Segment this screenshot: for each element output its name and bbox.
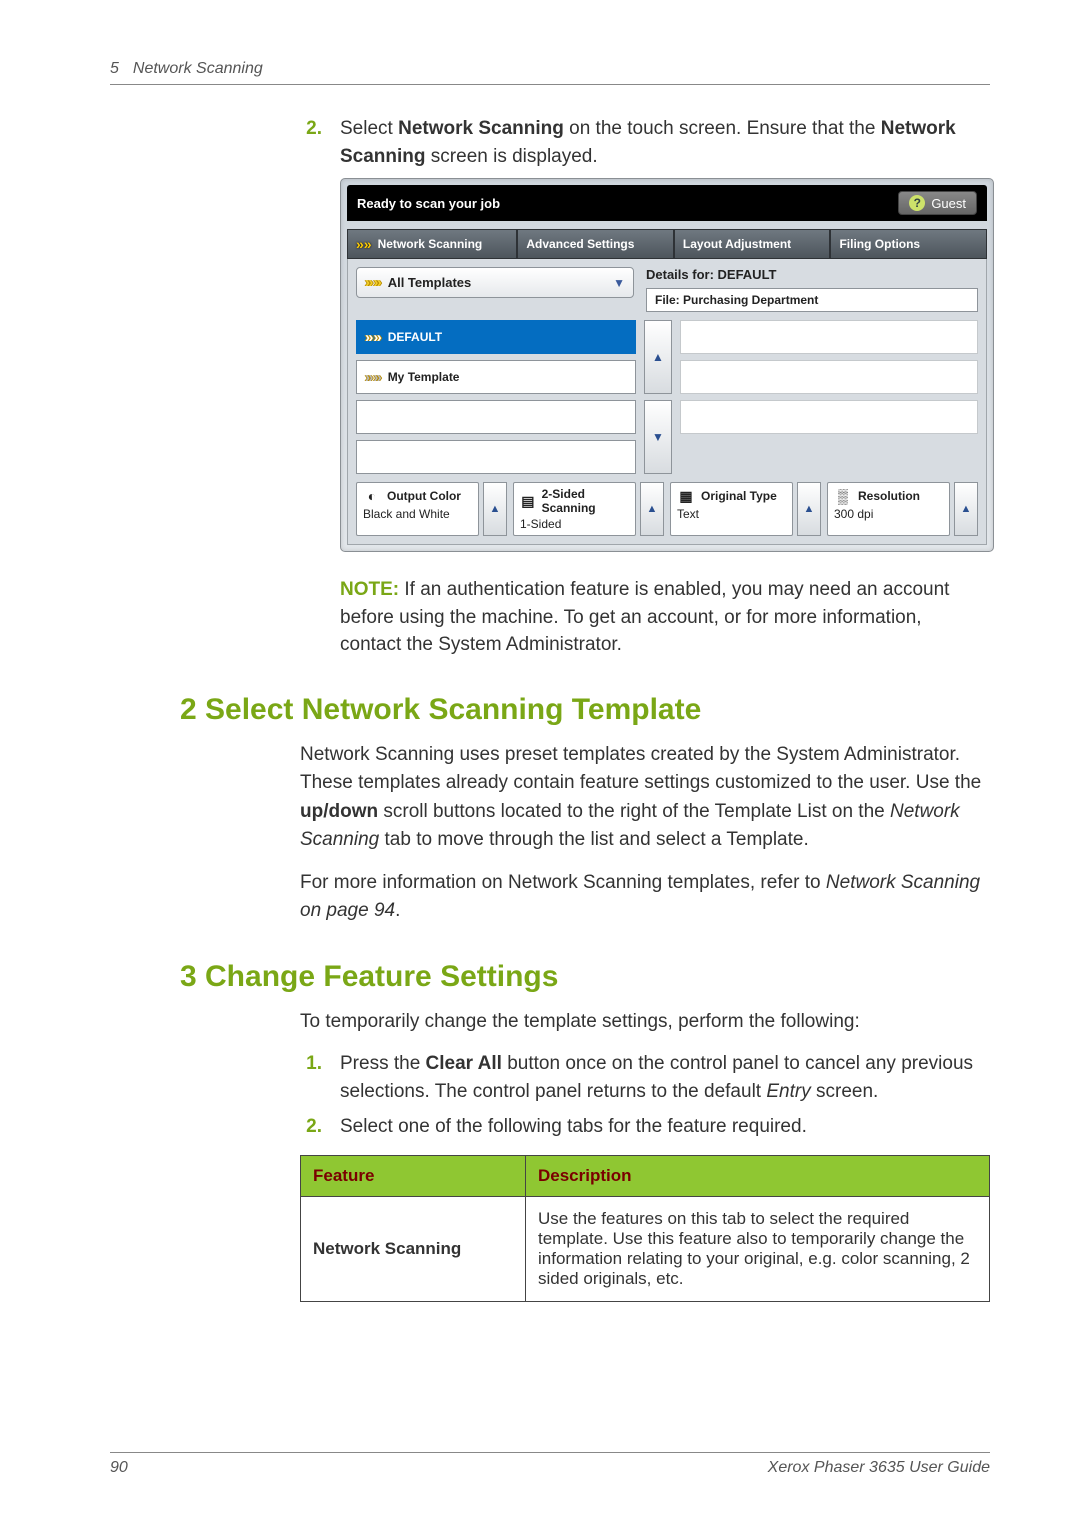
- scroll-down-button[interactable]: ▼: [644, 400, 672, 474]
- feature-table: Feature Description Network Scanning Use…: [300, 1155, 990, 1302]
- step-text: Select Network Scanning on the touch scr…: [340, 115, 990, 170]
- touchscreen-mockup: Ready to scan your job ? Guest »» Networ…: [340, 178, 994, 552]
- section3-intro: To temporarily change the template setti…: [300, 1008, 990, 1037]
- help-icon: ?: [909, 195, 925, 211]
- option-scroll-up[interactable]: ▲: [483, 482, 507, 536]
- table-header-description: Description: [526, 1155, 990, 1196]
- option-scroll-up[interactable]: ▲: [954, 482, 978, 536]
- note-label: NOTE:: [340, 579, 399, 600]
- page-number: 90: [110, 1459, 128, 1477]
- chevron-down-icon: ▼: [652, 430, 664, 444]
- chevron-up-icon: ▲: [804, 503, 815, 515]
- detail-line: [680, 320, 978, 354]
- note-block: NOTE: If an authentication feature is en…: [340, 576, 980, 659]
- tab-network-scanning[interactable]: »» Network Scanning: [347, 229, 517, 259]
- tab-filing-options[interactable]: Filing Options: [830, 229, 987, 259]
- note-text: If an authentication feature is enabled,…: [340, 579, 949, 655]
- resolution-icon: ▒: [834, 487, 852, 505]
- details-for-label: Details for: DEFAULT: [646, 267, 978, 282]
- table-row: Network Scanning Use the features on thi…: [301, 1196, 990, 1301]
- page-header: 5 Network Scanning: [110, 60, 990, 85]
- chevron-up-icon: ▲: [490, 503, 501, 515]
- ts-title: Ready to scan your job: [357, 196, 500, 211]
- template-item-empty: [356, 400, 636, 434]
- step-number: 2.: [300, 1113, 322, 1141]
- sphere-icon: ◐: [363, 487, 381, 505]
- detail-line: [680, 360, 978, 394]
- section-heading-select-template: 2 Select Network Scanning Template: [180, 693, 990, 727]
- detail-line: [680, 400, 978, 434]
- section3-step1: 1. Press the Clear All button once on th…: [300, 1050, 990, 1105]
- template-item-default[interactable]: »» DEFAULT: [356, 320, 636, 354]
- option-two-sided[interactable]: ▤2-Sided Scanning 1-Sided: [513, 482, 636, 536]
- guest-button[interactable]: ? Guest: [898, 191, 977, 215]
- option-original-type[interactable]: ▦Original Type Text: [670, 482, 793, 536]
- step-number: 2.: [300, 115, 322, 170]
- option-scroll-up[interactable]: ▲: [640, 482, 664, 536]
- feature-name: Network Scanning: [301, 1196, 526, 1301]
- section2-paragraph2: For more information on Network Scanning…: [300, 869, 990, 926]
- option-scroll-up[interactable]: ▲: [797, 482, 821, 536]
- section-heading-change-settings: 3 Change Feature Settings: [180, 960, 990, 994]
- section3-step2: 2. Select one of the following tabs for …: [300, 1113, 990, 1141]
- scan-icon: »»: [356, 236, 372, 252]
- chevron-down-icon: ▼: [613, 276, 625, 290]
- scroll-up-button[interactable]: ▲: [644, 320, 672, 394]
- page-footer: 90 Xerox Phaser 3635 User Guide: [110, 1452, 990, 1477]
- guide-title: Xerox Phaser 3635 User Guide: [768, 1459, 990, 1477]
- chapter-number: 5: [110, 60, 119, 78]
- chevron-up-icon: ▲: [647, 503, 658, 515]
- feature-description: Use the features on this tab to select t…: [526, 1196, 990, 1301]
- option-resolution[interactable]: ▒Resolution 300 dpi: [827, 482, 950, 536]
- tab-advanced-settings[interactable]: Advanced Settings: [517, 229, 674, 259]
- template-icon: »»: [365, 329, 382, 346]
- document-icon: ▦: [677, 487, 695, 505]
- file-box: File: Purchasing Department: [646, 288, 978, 312]
- option-output-color[interactable]: ◐Output Color Black and White: [356, 482, 479, 536]
- chevron-up-icon: ▲: [652, 350, 664, 364]
- templates-icon: »»: [365, 274, 382, 291]
- template-item-mine[interactable]: »» My Template: [356, 360, 636, 394]
- template-item-empty: [356, 440, 636, 474]
- chevron-up-icon: ▲: [961, 503, 972, 515]
- step-2: 2. Select Network Scanning on the touch …: [300, 115, 990, 170]
- step-number: 1.: [300, 1050, 322, 1105]
- table-header-feature: Feature: [301, 1155, 526, 1196]
- tab-layout-adjustment[interactable]: Layout Adjustment: [674, 229, 831, 259]
- template-icon: »»: [365, 369, 382, 386]
- template-list: »» DEFAULT »» My Template: [356, 320, 636, 474]
- all-templates-dropdown[interactable]: »»All Templates ▼: [356, 267, 634, 298]
- section2-paragraph1: Network Scanning uses preset templates c…: [300, 741, 990, 855]
- pages-icon: ▤: [520, 492, 536, 510]
- chapter-title: Network Scanning: [133, 60, 263, 78]
